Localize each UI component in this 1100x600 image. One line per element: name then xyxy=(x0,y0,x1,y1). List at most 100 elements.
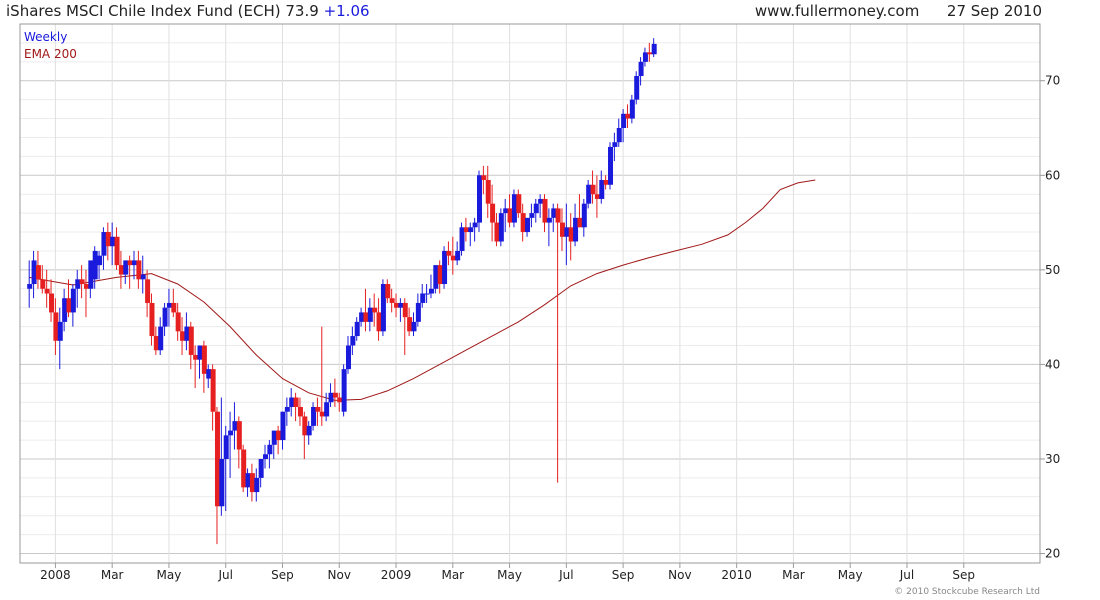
candle-body-up xyxy=(599,180,605,199)
candle-body-down xyxy=(136,260,142,280)
candle-body-up xyxy=(586,184,592,204)
candle-body-down xyxy=(647,52,653,55)
candle-body-up xyxy=(442,250,448,285)
x-tick-label: Jul xyxy=(558,568,573,582)
y-tick-label: 50 xyxy=(1045,263,1060,277)
candle-body-up xyxy=(31,260,37,285)
candle-body-up xyxy=(258,458,264,478)
candle-body-down xyxy=(590,184,596,195)
candle-body-down xyxy=(446,250,452,256)
candle-body-up xyxy=(219,458,225,507)
x-tick-label: Jul xyxy=(899,568,914,582)
candle-body-up xyxy=(341,369,347,412)
candle-body-up xyxy=(162,307,168,327)
candle-body-down xyxy=(276,430,282,441)
candle-body-up xyxy=(428,288,434,294)
candle-body-up xyxy=(411,321,417,332)
legend-weekly: Weekly xyxy=(24,30,67,44)
candle-body-down xyxy=(542,198,548,223)
x-tick-label: Mar xyxy=(782,568,805,582)
legend-ema-200: EMA 200 xyxy=(24,47,77,61)
candle-body-up xyxy=(551,208,557,218)
candle-body-up xyxy=(533,203,539,214)
candle-body-up xyxy=(420,293,426,303)
candle-body-up xyxy=(70,288,76,313)
candle-body-up xyxy=(415,302,421,322)
candle-body-up xyxy=(140,274,146,280)
candle-body-down xyxy=(302,416,308,436)
candle-body-up xyxy=(433,265,439,289)
x-tick-label: Sep xyxy=(271,568,294,582)
candle-body-down xyxy=(114,236,120,266)
candle-body-up xyxy=(638,61,644,77)
candle-body-up xyxy=(132,260,138,266)
candle-body-up xyxy=(367,307,373,322)
candle-body-up xyxy=(101,232,107,256)
x-tick-label: Sep xyxy=(612,568,635,582)
candle-body-up xyxy=(424,293,430,295)
candle-body-up xyxy=(197,345,203,360)
candle-body-down xyxy=(463,227,469,233)
legend: Weekly EMA 200 xyxy=(24,30,77,61)
candle-body-down xyxy=(507,208,513,223)
candle-body-up xyxy=(263,454,269,459)
candlestick-chart: 20 30 40 50 60 70 2008 Mar May Jul Sep Nov 2009 Mar Ma… xyxy=(19,23,1060,582)
candle-body-up xyxy=(166,302,172,308)
candle-body-up xyxy=(110,236,116,247)
candle-body-up xyxy=(472,222,478,228)
candle-body-down xyxy=(79,279,85,285)
candle-body-up xyxy=(581,203,587,228)
candle-body-up xyxy=(62,298,68,322)
candle-body-down xyxy=(363,312,369,322)
candle-body-down xyxy=(490,203,496,223)
candle-body-down xyxy=(394,302,400,308)
candle-body-down xyxy=(249,473,255,493)
candle-body-down xyxy=(127,260,133,266)
candle-body-up xyxy=(267,444,273,455)
x-tick-label: May xyxy=(157,568,182,582)
candle-body-down xyxy=(555,208,561,223)
candle-layer xyxy=(27,38,657,545)
candle-body-down xyxy=(520,213,526,233)
candle-body-down xyxy=(494,222,500,242)
candle-body-up xyxy=(75,279,81,289)
candle-body-up xyxy=(459,227,465,251)
candle-body-up xyxy=(573,217,579,242)
candle-body-up xyxy=(529,213,535,218)
candle-body-down xyxy=(153,336,159,351)
candle-body-down xyxy=(171,302,177,313)
candle-body-up xyxy=(345,345,351,370)
candle-body-up xyxy=(97,255,103,266)
candle-body-down xyxy=(105,232,111,247)
candle-body-down xyxy=(337,397,343,403)
candle-body-down xyxy=(297,406,303,417)
x-tick-label: Jul xyxy=(217,568,232,582)
x-tick-label: Mar xyxy=(441,568,464,582)
candle-body-down xyxy=(241,449,247,488)
candle-body-up xyxy=(254,477,260,493)
candle-body-up xyxy=(511,194,517,223)
candle-body-down xyxy=(385,284,391,299)
candle-body-up xyxy=(642,52,648,62)
candle-body-down xyxy=(193,354,199,360)
candle-body-down xyxy=(214,411,220,507)
copyright-notice: © 2010 Stockcube Research Ltd xyxy=(894,587,1040,597)
y-tick-label: 20 xyxy=(1045,547,1060,561)
y-tick-label: 40 xyxy=(1045,357,1060,371)
candle-body-down xyxy=(66,298,72,313)
candle-body-up xyxy=(612,142,618,147)
candle-body-up xyxy=(57,321,63,341)
candle-body-up xyxy=(616,128,622,143)
candle-body-down xyxy=(83,284,89,289)
candle-body-up xyxy=(158,326,164,351)
candle-body-down xyxy=(402,302,408,318)
candle-body-down xyxy=(485,180,491,204)
candle-body-up xyxy=(88,260,94,289)
candle-body-up xyxy=(232,421,238,431)
y-tick-label: 70 xyxy=(1045,74,1060,88)
candle-body-up xyxy=(468,227,474,233)
candle-body-up xyxy=(477,175,483,223)
candle-body-down xyxy=(516,194,522,214)
candle-body-down xyxy=(149,302,155,337)
candle-body-down xyxy=(44,288,50,294)
